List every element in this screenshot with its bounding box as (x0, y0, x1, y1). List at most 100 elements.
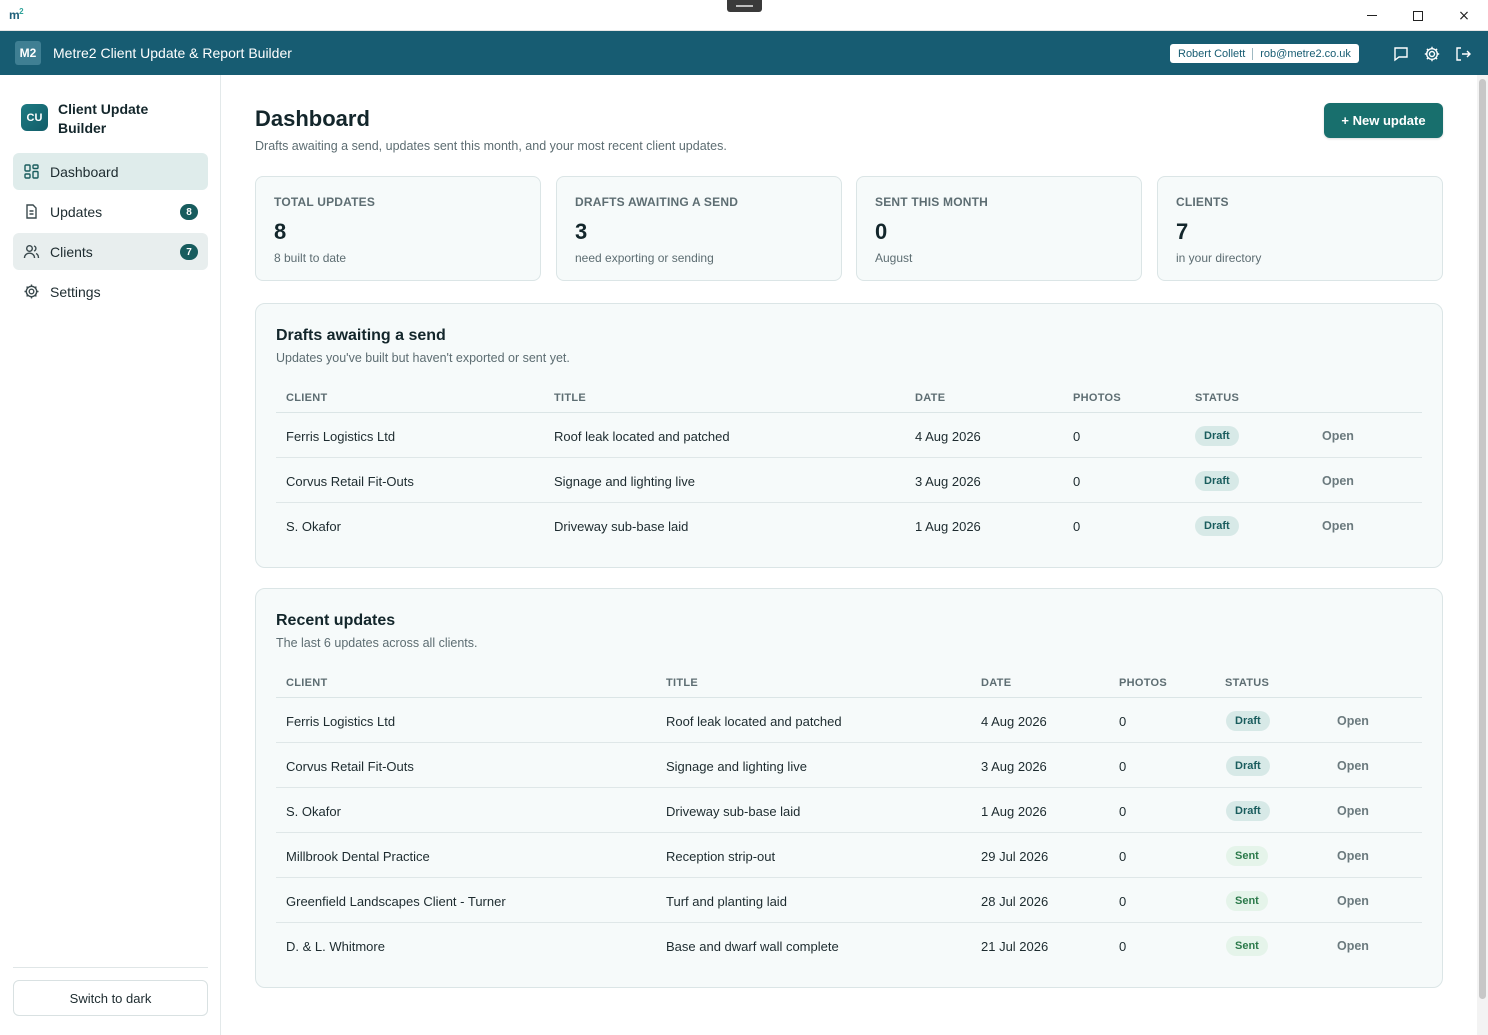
status-badge: Draft (1226, 711, 1270, 731)
stat-card-drafts: DRAFTS AWAITING A SEND 3 need exporting … (556, 176, 842, 281)
stat-label: SENT THIS MONTH (875, 195, 988, 209)
main-scrollbar[interactable] (1477, 75, 1488, 1035)
cell-client: Millbrook Dental Practice (286, 849, 430, 864)
stat-value: 3 (575, 219, 588, 244)
cell-client: Ferris Logistics Ltd (286, 429, 396, 444)
cell-date: 28 Jul 2026 (981, 894, 1049, 909)
sidebar-brand: CU Client Update Builder (21, 101, 211, 142)
table-row[interactable]: Corvus Retail Fit-Outs Signage and light… (276, 458, 1422, 503)
app-mark: M2 (15, 41, 41, 65)
window-titlebar: m2 × (0, 0, 1488, 31)
scrollbar-thumb[interactable] (1479, 79, 1486, 999)
cell-title: Turf and planting laid (666, 894, 787, 909)
stat-card-sent-this-month: SENT THIS MONTH 0 August (856, 176, 1142, 281)
sidebar-item-clients[interactable]: Clients 7 (13, 233, 208, 270)
document-icon (23, 203, 40, 220)
sidebar-item-label: Clients (50, 243, 93, 260)
gear-icon (23, 283, 40, 300)
cell-date: 3 Aug 2026 (915, 474, 981, 489)
table-row[interactable]: Ferris Logistics Ltd Roof leak located a… (276, 698, 1422, 743)
table-row[interactable]: S. Okafor Driveway sub-base laid 1 Aug 2… (276, 503, 1422, 548)
app-title: Metre2 Client Update & Report Builder (53, 45, 292, 61)
close-button[interactable]: × (1441, 0, 1487, 31)
table-header: CLIENT TITLE DATE PHOTOS STATUS (276, 663, 1422, 698)
sidebar-item-label: Updates (50, 203, 103, 220)
stat-caption: 8 built to date (274, 251, 347, 265)
maximize-icon (1413, 10, 1423, 21)
user-name: Robert Collett (1178, 47, 1246, 60)
status-badge: Draft (1195, 471, 1239, 491)
table-row[interactable]: Greenfield Landscapes Client - Turner Tu… (276, 878, 1422, 923)
maximize-button[interactable] (1395, 0, 1441, 31)
stat-value: 8 (274, 219, 287, 244)
cell-client: Corvus Retail Fit-Outs (286, 474, 414, 489)
status-badge: Draft (1195, 426, 1239, 446)
cell-date: 3 Aug 2026 (981, 759, 1047, 774)
logout-icon[interactable] (1454, 45, 1472, 63)
stat-label: DRAFTS AWAITING A SEND (575, 195, 739, 209)
column-header-title: TITLE (666, 677, 699, 689)
table-header: CLIENT TITLE DATE PHOTOS STATUS (276, 378, 1422, 413)
column-header-date: DATE (915, 392, 946, 404)
open-link[interactable]: Open (1322, 429, 1354, 443)
open-link[interactable]: Open (1322, 474, 1354, 488)
close-icon: × (1458, 7, 1470, 24)
cell-client: S. Okafor (286, 519, 341, 534)
table-row[interactable]: S. Okafor Driveway sub-base laid 1 Aug 2… (276, 788, 1422, 833)
sidebar-item-settings[interactable]: Settings (13, 273, 208, 310)
drafts-panel: Drafts awaiting a send Updates you've bu… (255, 303, 1443, 568)
sidebar-item-dashboard[interactable]: Dashboard (13, 153, 208, 190)
switch-theme-button[interactable]: Switch to dark (13, 980, 208, 1016)
clients-count-badge: 7 (180, 244, 198, 260)
app-header: M2 Metre2 Client Update & Report Builder… (0, 31, 1488, 75)
stat-card-total-updates: TOTAL UPDATES 8 8 built to date (255, 176, 541, 281)
cell-title: Signage and lighting live (666, 759, 807, 774)
user-email: rob@metre2.co.uk (1260, 47, 1351, 60)
stat-caption: in your directory (1176, 251, 1262, 265)
page-title: Dashboard (255, 106, 370, 131)
status-badge: Draft (1226, 756, 1270, 776)
open-link[interactable]: Open (1337, 759, 1369, 773)
stat-card-clients: CLIENTS 7 in your directory (1157, 176, 1443, 281)
column-header-status: STATUS (1195, 392, 1240, 404)
stat-caption: August (875, 251, 913, 265)
new-update-button[interactable]: + New update (1324, 103, 1443, 138)
open-link[interactable]: Open (1337, 849, 1369, 863)
status-badge: Sent (1226, 891, 1268, 911)
users-icon (23, 243, 40, 260)
gear-icon[interactable] (1423, 45, 1441, 63)
table-row[interactable]: Corvus Retail Fit-Outs Signage and light… (276, 743, 1422, 788)
open-link[interactable]: Open (1337, 894, 1369, 908)
status-badge: Sent (1226, 846, 1268, 866)
cell-title: Signage and lighting live (554, 474, 695, 489)
open-link[interactable]: Open (1337, 939, 1369, 953)
cell-photos: 0 (1119, 759, 1127, 774)
sidebar-divider (13, 967, 208, 968)
cell-photos: 0 (1073, 474, 1081, 489)
open-link[interactable]: Open (1322, 519, 1354, 533)
sidebar-item-updates[interactable]: Updates 8 (13, 193, 208, 230)
minimize-button[interactable] (1349, 0, 1395, 31)
stat-label: CLIENTS (1176, 195, 1229, 209)
chat-icon[interactable] (1392, 45, 1410, 63)
open-link[interactable]: Open (1337, 714, 1369, 728)
drafts-table: CLIENT TITLE DATE PHOTOS STATUS Ferris L… (276, 378, 1422, 548)
window-drag-handle[interactable] (727, 0, 762, 12)
recent-title: Recent updates (276, 612, 396, 629)
table-row[interactable]: D. & L. Whitmore Base and dwarf wall com… (276, 923, 1422, 968)
status-badge: Sent (1226, 936, 1268, 956)
table-row[interactable]: Millbrook Dental Practice Reception stri… (276, 833, 1422, 878)
user-chip[interactable]: Robert Collett rob@metre2.co.uk (1170, 44, 1359, 63)
dashboard-icon (23, 163, 40, 180)
minimize-icon (1367, 15, 1377, 16)
brand-badge: CU (21, 104, 48, 131)
cell-date: 4 Aug 2026 (981, 714, 1047, 729)
cell-client: D. & L. Whitmore (286, 939, 385, 954)
open-link[interactable]: Open (1337, 804, 1369, 818)
cell-photos: 0 (1119, 804, 1127, 819)
cell-date: 4 Aug 2026 (915, 429, 981, 444)
recent-subtitle: The last 6 updates across all clients. (276, 636, 478, 650)
column-header-date: DATE (981, 677, 1012, 689)
user-chip-divider (1252, 47, 1254, 60)
table-row[interactable]: Ferris Logistics Ltd Roof leak located a… (276, 413, 1422, 458)
